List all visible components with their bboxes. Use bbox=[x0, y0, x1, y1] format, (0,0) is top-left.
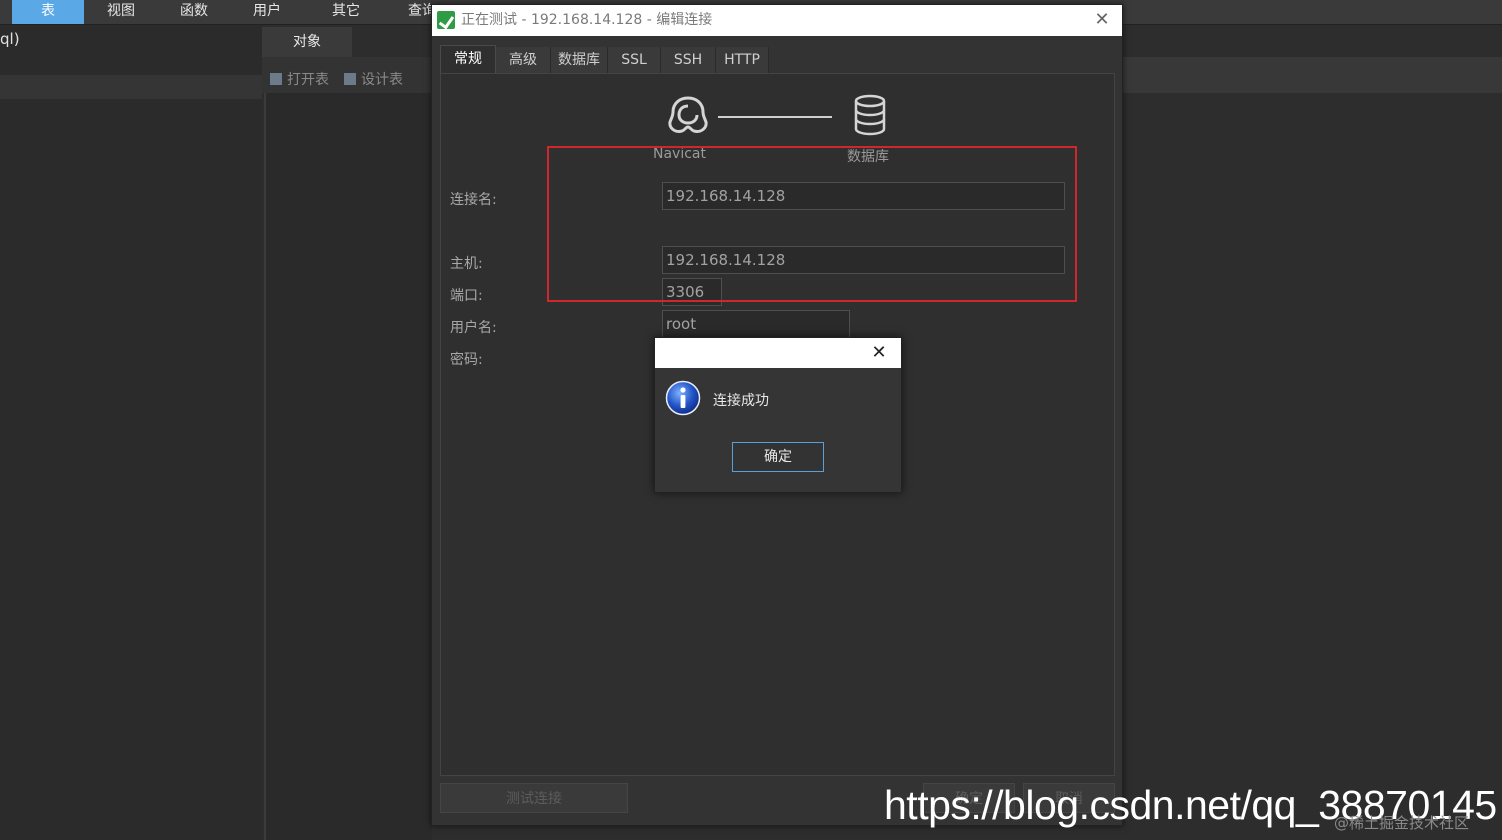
open-table-button[interactable]: 打开表 bbox=[270, 69, 329, 89]
dialog-titlebar: 正在测试 - 192.168.14.128 - 编辑连接 ✕ bbox=[432, 5, 1122, 36]
connection-line bbox=[718, 116, 832, 118]
connection-name-label: 连接名: bbox=[450, 192, 497, 208]
tab-database[interactable]: 数据库 bbox=[551, 47, 608, 73]
tab-objects[interactable]: 对象 bbox=[262, 27, 352, 57]
object-list bbox=[264, 93, 432, 840]
menu-item-view[interactable]: 视图 bbox=[88, 0, 154, 24]
test-connection-button[interactable]: 测试连接 bbox=[440, 783, 628, 813]
info-icon bbox=[665, 380, 701, 416]
messagebox-text: 连接成功 bbox=[713, 393, 769, 409]
left-pane-strip bbox=[0, 75, 262, 99]
object-toolbar-right bbox=[1121, 57, 1502, 93]
design-icon bbox=[344, 73, 356, 85]
password-label: 密码: bbox=[450, 352, 483, 368]
menu-item-table[interactable]: 表 bbox=[12, 0, 84, 24]
tab-ssh[interactable]: SSH bbox=[661, 47, 716, 73]
menu-item-function[interactable]: 函数 bbox=[160, 0, 228, 24]
menu-item-other[interactable]: 其它 bbox=[312, 0, 380, 24]
design-table-label: 设计表 bbox=[361, 72, 403, 88]
highlight-annotation-box bbox=[547, 146, 1077, 302]
navicat-logo-icon bbox=[437, 11, 455, 29]
host-label: 主机: bbox=[450, 256, 483, 272]
table-icon bbox=[270, 73, 282, 85]
tab-advanced[interactable]: 高级 bbox=[496, 47, 551, 73]
port-label: 端口: bbox=[450, 288, 483, 304]
watermark-sub: @稀土掘金技术社区 bbox=[1334, 814, 1470, 832]
connection-tree-pane: ql) bbox=[0, 25, 262, 840]
messagebox-ok-button[interactable]: 确定 bbox=[732, 442, 824, 472]
close-icon[interactable]: ✕ bbox=[1092, 10, 1112, 30]
tab-http[interactable]: HTTP bbox=[716, 47, 769, 73]
design-table-button[interactable]: 设计表 bbox=[344, 69, 403, 89]
connection-success-messagebox: ✕ 连接成功 确定 bbox=[654, 337, 902, 493]
messagebox-close-icon[interactable]: ✕ bbox=[869, 342, 889, 364]
database-icon bbox=[854, 94, 886, 136]
messagebox-titlebar: ✕ bbox=[655, 338, 901, 368]
menu-item-user[interactable]: 用户 bbox=[234, 0, 300, 24]
open-table-label: 打开表 bbox=[287, 72, 329, 88]
tab-general[interactable]: 常规 bbox=[440, 45, 496, 74]
dialog-title: 正在测试 - 192.168.14.128 - 编辑连接 bbox=[461, 12, 713, 28]
menu-item-query[interactable]: 查询 bbox=[396, 0, 436, 24]
tab-ssl[interactable]: SSL bbox=[608, 47, 661, 73]
navicat-icon bbox=[668, 96, 708, 133]
connection-crumb[interactable]: ql) bbox=[0, 30, 20, 48]
username-input[interactable]: root bbox=[662, 310, 850, 338]
username-label: 用户名: bbox=[450, 320, 497, 336]
